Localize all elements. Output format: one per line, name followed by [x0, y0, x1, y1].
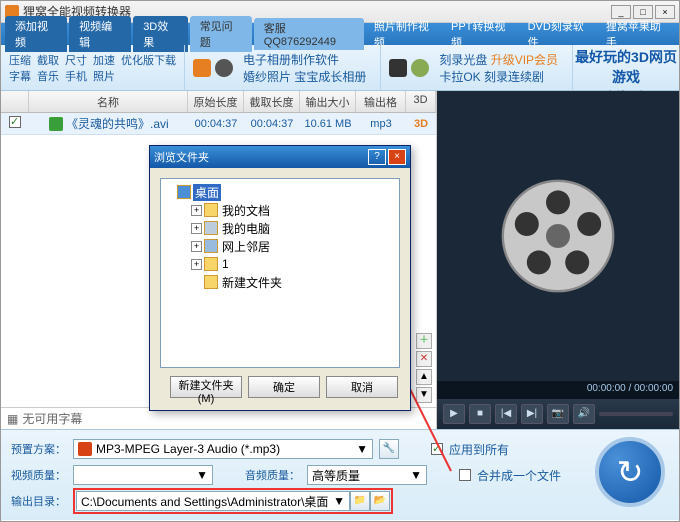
player-controls: ▶ ■ |◀ ▶| 📷 🔊	[437, 399, 679, 429]
minimize-button[interactable]: _	[611, 5, 631, 19]
snapshot-button[interactable]: 📷	[547, 404, 569, 424]
col-name[interactable]: 名称	[29, 91, 188, 112]
output-dir-label: 输出目录：	[11, 493, 67, 509]
move-up-button[interactable]: ▲	[416, 369, 432, 385]
mp3-icon	[78, 442, 92, 456]
video-quality-label: 视频质量：	[11, 467, 67, 483]
row-filename: 《灵魂的共鸣》.avi	[66, 115, 169, 132]
expand-icon[interactable]: +	[191, 259, 202, 270]
network-icon	[204, 239, 218, 253]
subtitle-text: 无可用字幕	[22, 410, 82, 427]
preview-pane: 00:00:00 / 00:00:00 ▶ ■ |◀ ▶| 📷 🔊	[437, 91, 679, 429]
output-path-field[interactable]: C:\Documents and Settings\Administrator\…	[76, 491, 350, 511]
browse-folder-dialog: 浏览文件夹 ? × 桌面 +我的文档 +我的电脑 +网上邻居 +1 新建文件夹 …	[149, 145, 411, 411]
table-row[interactable]: 《灵魂的共鸣》.avi 00:04:37 00:04:37 10.61 MB m…	[1, 113, 436, 135]
folder-tree[interactable]: 桌面 +我的文档 +我的电脑 +网上邻居 +1 新建文件夹	[160, 178, 400, 368]
folder-icon	[204, 257, 218, 271]
folder-icon	[204, 203, 218, 217]
album-link-2[interactable]: 婚纱照片 宝宝成长相册	[243, 68, 366, 85]
subtitle-icon: ▦	[7, 412, 18, 426]
new-folder-button[interactable]: 新建文件夹(M)	[170, 376, 242, 398]
open-folder-button[interactable]: 📂	[370, 491, 390, 511]
browse-folder-button[interactable]: 📁	[350, 491, 370, 511]
row-3d[interactable]: 3D	[406, 118, 436, 130]
preset-settings-button[interactable]: 🔧	[379, 439, 399, 459]
col-3d[interactable]: 3D	[406, 91, 436, 112]
video-quality-select[interactable]: ▼	[73, 465, 213, 485]
dialog-titlebar: 浏览文件夹 ? ×	[150, 146, 410, 168]
tree-node[interactable]: +我的电脑	[165, 219, 395, 237]
expand-icon[interactable]: +	[191, 241, 202, 252]
row-checkbox[interactable]	[9, 116, 21, 128]
reel-icon	[215, 59, 233, 77]
merge-checkbox[interactable]	[459, 469, 471, 481]
add-item-button[interactable]: ＋	[416, 333, 432, 349]
promo-panel[interactable]: 最好玩的3D网页游戏 (在线用户)	[573, 45, 679, 90]
audio-quality-select[interactable]: 高等质量▼	[307, 465, 427, 485]
cancel-button[interactable]: 取消	[326, 376, 398, 398]
preset-select[interactable]: MP3-MPEG Layer-3 Audio (*.mp3)▼	[73, 439, 373, 459]
expand-icon[interactable]: +	[191, 205, 202, 216]
tree-node-desktop[interactable]: 桌面	[165, 183, 395, 201]
preview-area	[437, 91, 679, 381]
promo-title: 最好玩的3D网页游戏	[575, 47, 677, 87]
convert-button[interactable]: ↻	[595, 437, 665, 507]
column-header: 名称 原始长度 截取长度 输出大小 输出格式 3D	[1, 91, 436, 113]
volume-button[interactable]: 🔊	[573, 404, 595, 424]
ppt-icon	[193, 59, 211, 77]
time-display: 00:00:00 / 00:00:00	[437, 381, 679, 399]
tree-node[interactable]: +我的文档	[165, 201, 395, 219]
volume-slider[interactable]	[599, 412, 673, 416]
convert-arrow-icon: ↻	[617, 453, 644, 491]
disc-icon	[411, 59, 429, 77]
next-button[interactable]: ▶|	[521, 404, 543, 424]
tree-node[interactable]: +1	[165, 255, 395, 273]
phone-icon	[389, 59, 407, 77]
dialog-help-button[interactable]: ?	[368, 149, 386, 165]
remove-item-button[interactable]: ✕	[416, 351, 432, 367]
album-link-1[interactable]: 电子相册制作软件	[243, 51, 366, 68]
toolbar-section-burn: 刻录光盘 升级VIP会员 卡拉OK 刻录连续剧	[381, 45, 573, 90]
preset-label: 预置方案：	[11, 441, 67, 457]
prev-button[interactable]: |◀	[495, 404, 517, 424]
apply-all-label: 应用到所有	[449, 441, 509, 458]
stop-button[interactable]: ■	[469, 404, 491, 424]
expand-icon[interactable]: +	[191, 223, 202, 234]
col-fmt[interactable]: 输出格式	[356, 91, 406, 112]
maximize-button[interactable]: □	[633, 5, 653, 19]
dialog-title: 浏览文件夹	[154, 149, 366, 165]
toolbar-section-album: 电子相册制作软件 婚纱照片 宝宝成长相册	[185, 45, 381, 90]
tree-node[interactable]: 新建文件夹	[165, 273, 395, 291]
col-cut[interactable]: 截取长度	[244, 91, 300, 112]
col-size[interactable]: 输出大小	[300, 91, 356, 112]
close-button[interactable]: ×	[655, 5, 675, 19]
row-cut: 00:04:37	[244, 118, 300, 130]
play-button[interactable]: ▶	[443, 404, 465, 424]
audio-quality-label: 音频质量：	[245, 467, 301, 483]
bottom-panel: 预置方案： MP3-MPEG Layer-3 Audio (*.mp3)▼ 🔧 …	[1, 429, 679, 520]
move-down-button[interactable]: ▼	[416, 387, 432, 403]
apply-all-checkbox[interactable]	[431, 443, 443, 455]
folder-icon	[204, 275, 218, 289]
merge-label: 合并成一个文件	[477, 467, 561, 484]
dialog-close-button[interactable]: ×	[388, 149, 406, 165]
desktop-icon	[177, 185, 191, 199]
video-file-icon	[49, 117, 63, 131]
col-orig[interactable]: 原始长度	[188, 91, 244, 112]
row-size: 10.61 MB	[300, 118, 356, 130]
row-orig: 00:04:37	[188, 118, 244, 130]
toolbar-section-ops: 压缩截取尺寸加速优化版下载 字幕音乐手机照片	[1, 45, 185, 90]
film-reel-icon	[498, 176, 618, 296]
toolbar: 压缩截取尺寸加速优化版下载 字幕音乐手机照片 电子相册制作软件 婚纱照片 宝宝成…	[1, 45, 679, 91]
computer-icon	[204, 221, 218, 235]
col-check[interactable]	[1, 91, 29, 112]
tree-node[interactable]: +网上邻居	[165, 237, 395, 255]
menubar: 添加视频 视频编辑 3D效果 常见问题 客服QQ876292449 照片制作视频…	[1, 23, 679, 45]
ok-button[interactable]: 确定	[248, 376, 320, 398]
row-fmt: mp3	[356, 118, 406, 130]
